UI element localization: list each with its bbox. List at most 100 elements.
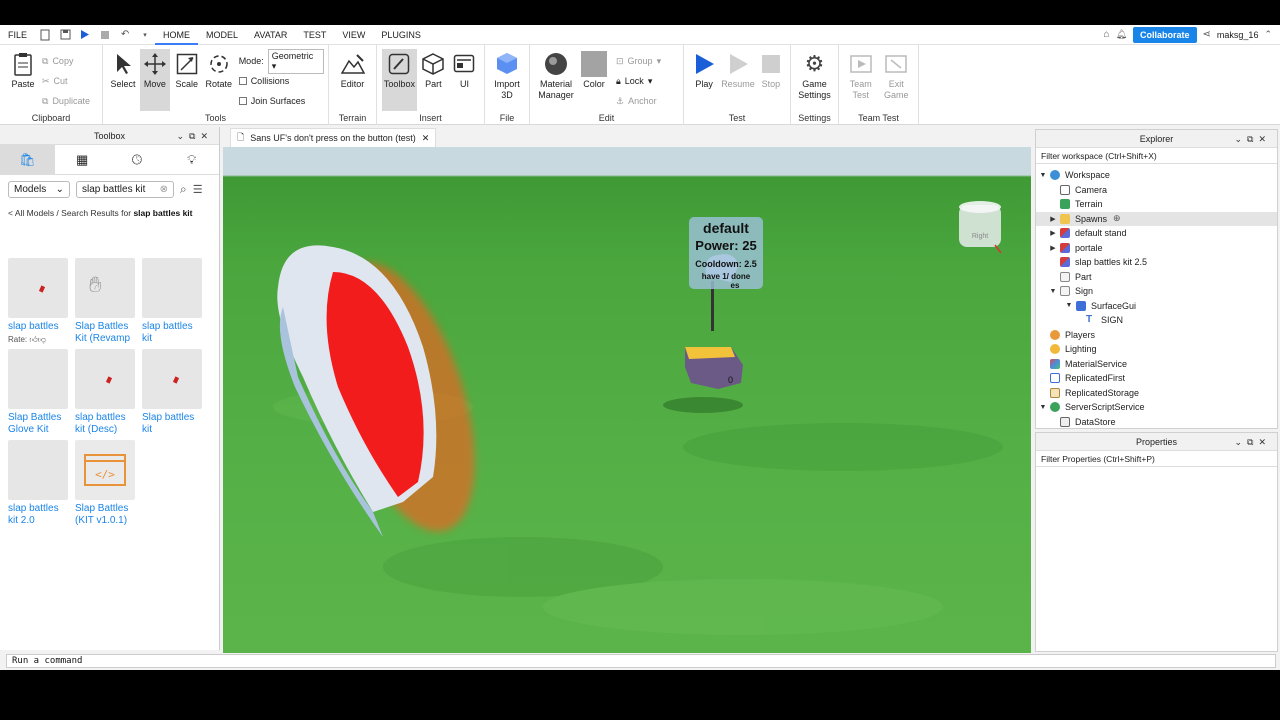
tab-plugins[interactable]: PLUGINS [373, 25, 429, 45]
tree-node-surfacegui[interactable]: ▼ SurfaceGui [1036, 299, 1277, 314]
tree-node-portale[interactable]: ▶ portale [1036, 241, 1277, 256]
tree-node-players[interactable]: Players [1036, 328, 1277, 343]
add-object-icon[interactable]: ⊕ [1113, 213, 1121, 224]
import-3d-button[interactable]: Import 3D [490, 49, 524, 111]
search-input[interactable]: slap battles kit ⊗ [76, 181, 174, 198]
scene[interactable]: 0 default Power: 25 Cooldown: 2.5 have 1… [223, 147, 1031, 653]
material-manager-button[interactable]: Material Manager [535, 49, 577, 111]
close-tab-icon[interactable]: ✕ [422, 133, 430, 144]
play-quick-icon[interactable] [78, 28, 92, 42]
stop-button[interactable]: Stop [757, 49, 785, 111]
scale-tool-button[interactable]: Scale [172, 49, 202, 111]
tree-node-sign-label[interactable]: T SIGN [1036, 313, 1277, 328]
quick-access-dropdown-icon[interactable]: ▾ [138, 28, 152, 42]
filter-sliders-icon[interactable]: ☰ [193, 183, 203, 196]
share-icon[interactable]: ⋖ [1203, 29, 1211, 40]
username-label[interactable]: maksg_16 [1217, 30, 1259, 40]
close-icon[interactable]: ✕ [1258, 134, 1271, 144]
collaborate-button[interactable]: Collaborate [1133, 26, 1197, 43]
tree-node-sign[interactable]: ▼ Sign [1036, 284, 1277, 299]
expand-arrow-icon[interactable]: ▶ [1048, 215, 1058, 223]
model-card[interactable]: Slap Battles Glove Kit [8, 349, 68, 436]
chevron-down-icon[interactable]: ⌄ [1234, 134, 1247, 144]
home-icon[interactable]: ⌂ [1104, 29, 1110, 40]
tab-recent[interactable]: 🕓︎ [110, 145, 165, 174]
resume-button[interactable]: Resume [721, 49, 755, 111]
save-icon[interactable] [58, 28, 72, 42]
model-thumbnail[interactable] [75, 349, 135, 409]
thumbs-icon[interactable]: 👍︎👎︎ [29, 335, 45, 344]
chevron-down-icon[interactable]: ⌄ [1234, 437, 1247, 447]
model-name[interactable]: Slap Battles Kit (Revamp [75, 321, 135, 345]
expand-arrow-icon[interactable]: ▼ [1048, 288, 1058, 295]
terrain-editor-button[interactable]: Editor [334, 49, 371, 111]
command-bar[interactable]: Run a command [6, 654, 1276, 668]
model-card[interactable]: slap battles Rate: 👍︎👎︎ [8, 258, 68, 345]
tree-node-workspace[interactable]: ▼ Workspace [1036, 168, 1277, 183]
undo-icon[interactable]: ↶ [118, 28, 132, 42]
paste-button[interactable]: Paste [5, 49, 41, 111]
expand-arrow-icon[interactable]: ▼ [1038, 172, 1048, 179]
anchor-button[interactable]: ⚓︎ Anchor [616, 91, 661, 111]
view-cube[interactable]: Right [959, 201, 1002, 254]
tree-node-slap-battles-kit[interactable]: slap battles kit 2.5 [1036, 255, 1277, 270]
chevron-down-icon[interactable]: ⌄ [176, 131, 189, 141]
model-name[interactable]: Slap Battles (KIT v1.0.1) [75, 503, 135, 527]
search-icon[interactable]: ⌕ [180, 182, 187, 197]
explorer-filter-input[interactable]: Filter workspace (Ctrl+Shift+X) [1036, 148, 1277, 164]
tree-node-server-script-service[interactable]: ▼ ServerScriptService [1036, 400, 1277, 415]
join-surfaces-toggle[interactable]: Join Surfaces [238, 91, 324, 111]
properties-filter-input[interactable]: Filter Properties (Ctrl+Shift+P) [1036, 451, 1277, 467]
tree-node-spawns[interactable]: ▶ Spawns ⊕ [1036, 211, 1277, 226]
select-tool-button[interactable]: Select [108, 49, 138, 111]
group-button[interactable]: ⊡ Group ▾ [616, 51, 661, 71]
tab-home[interactable]: HOME [155, 25, 199, 45]
model-card[interactable]: slap battles kit 2.0 [8, 440, 68, 527]
collisions-checkbox[interactable] [238, 77, 247, 85]
rotate-tool-button[interactable]: Rotate [204, 49, 234, 111]
3d-viewport[interactable]: 0 default Power: 25 Cooldown: 2.5 have 1… [223, 147, 1031, 653]
model-card[interactable]: </> Slap Battles (KIT v1.0.1) [75, 440, 135, 527]
clear-search-icon[interactable]: ⊗ [160, 184, 168, 195]
model-card[interactable]: Slap battles kit [142, 349, 202, 436]
model-name[interactable]: slap battles kit 2.0 [8, 503, 68, 527]
stop-quick-icon[interactable] [98, 28, 112, 42]
chevron-up-icon[interactable]: ⌃ [1264, 29, 1272, 40]
color-button[interactable]: Color [579, 49, 609, 111]
cut-button[interactable]: ✂ Cut [42, 71, 90, 91]
duplicate-button[interactable]: ⧉ Duplicate [42, 91, 90, 111]
game-settings-button[interactable]: ⚙ Game Settings [796, 49, 833, 111]
expand-arrow-icon[interactable]: ▶ [1048, 244, 1058, 252]
model-card[interactable]: slap battles kit [142, 258, 202, 345]
exit-game-button[interactable]: Exit Game [880, 49, 914, 111]
breadcrumb-prefix[interactable]: < All Models / Search Results for [8, 208, 133, 218]
expand-arrow-icon[interactable]: ▼ [1064, 302, 1074, 309]
tab-marketplace[interactable]: 🛍︎ [0, 145, 55, 174]
model-thumbnail[interactable] [142, 349, 202, 409]
join-surfaces-checkbox[interactable] [238, 97, 247, 105]
new-file-icon[interactable] [38, 28, 52, 42]
file-menu[interactable]: FILE [0, 25, 35, 45]
model-thumbnail[interactable] [8, 258, 68, 318]
play-button[interactable]: Play [689, 49, 719, 111]
lock-button[interactable]: 🔒︎ Lock ▾ [616, 71, 661, 91]
model-name[interactable]: Slap Battles Glove Kit [8, 412, 68, 436]
undock-icon[interactable]: ⧉ [1247, 437, 1258, 447]
mode-select[interactable]: Geometric ▾ [267, 48, 325, 74]
collisions-toggle[interactable]: Collisions [238, 71, 324, 91]
expand-arrow-icon[interactable]: ▼ [1038, 404, 1048, 411]
category-dropdown[interactable]: Models ⌄ [8, 181, 70, 198]
tree-node-default-stand[interactable]: ▶ default stand [1036, 226, 1277, 241]
copy-button[interactable]: ⧉ Copy [42, 51, 90, 71]
toolbox-button[interactable]: Toolbox [382, 49, 417, 111]
model-name[interactable]: slap battles kit (Desc) [75, 412, 135, 436]
undock-icon[interactable]: ⧉ [189, 131, 200, 141]
model-card[interactable]: slap battles kit (Desc) [75, 349, 135, 436]
tree-node-part[interactable]: Part [1036, 270, 1277, 285]
notifications-bell-icon[interactable]: 🔔︎ [1116, 29, 1127, 40]
model-name[interactable]: Slap battles kit [142, 412, 202, 436]
move-tool-button[interactable]: Move [139, 49, 170, 111]
part-button[interactable]: Part [419, 49, 448, 111]
close-icon[interactable]: ✕ [200, 131, 213, 141]
model-thumbnail[interactable] [142, 258, 202, 318]
